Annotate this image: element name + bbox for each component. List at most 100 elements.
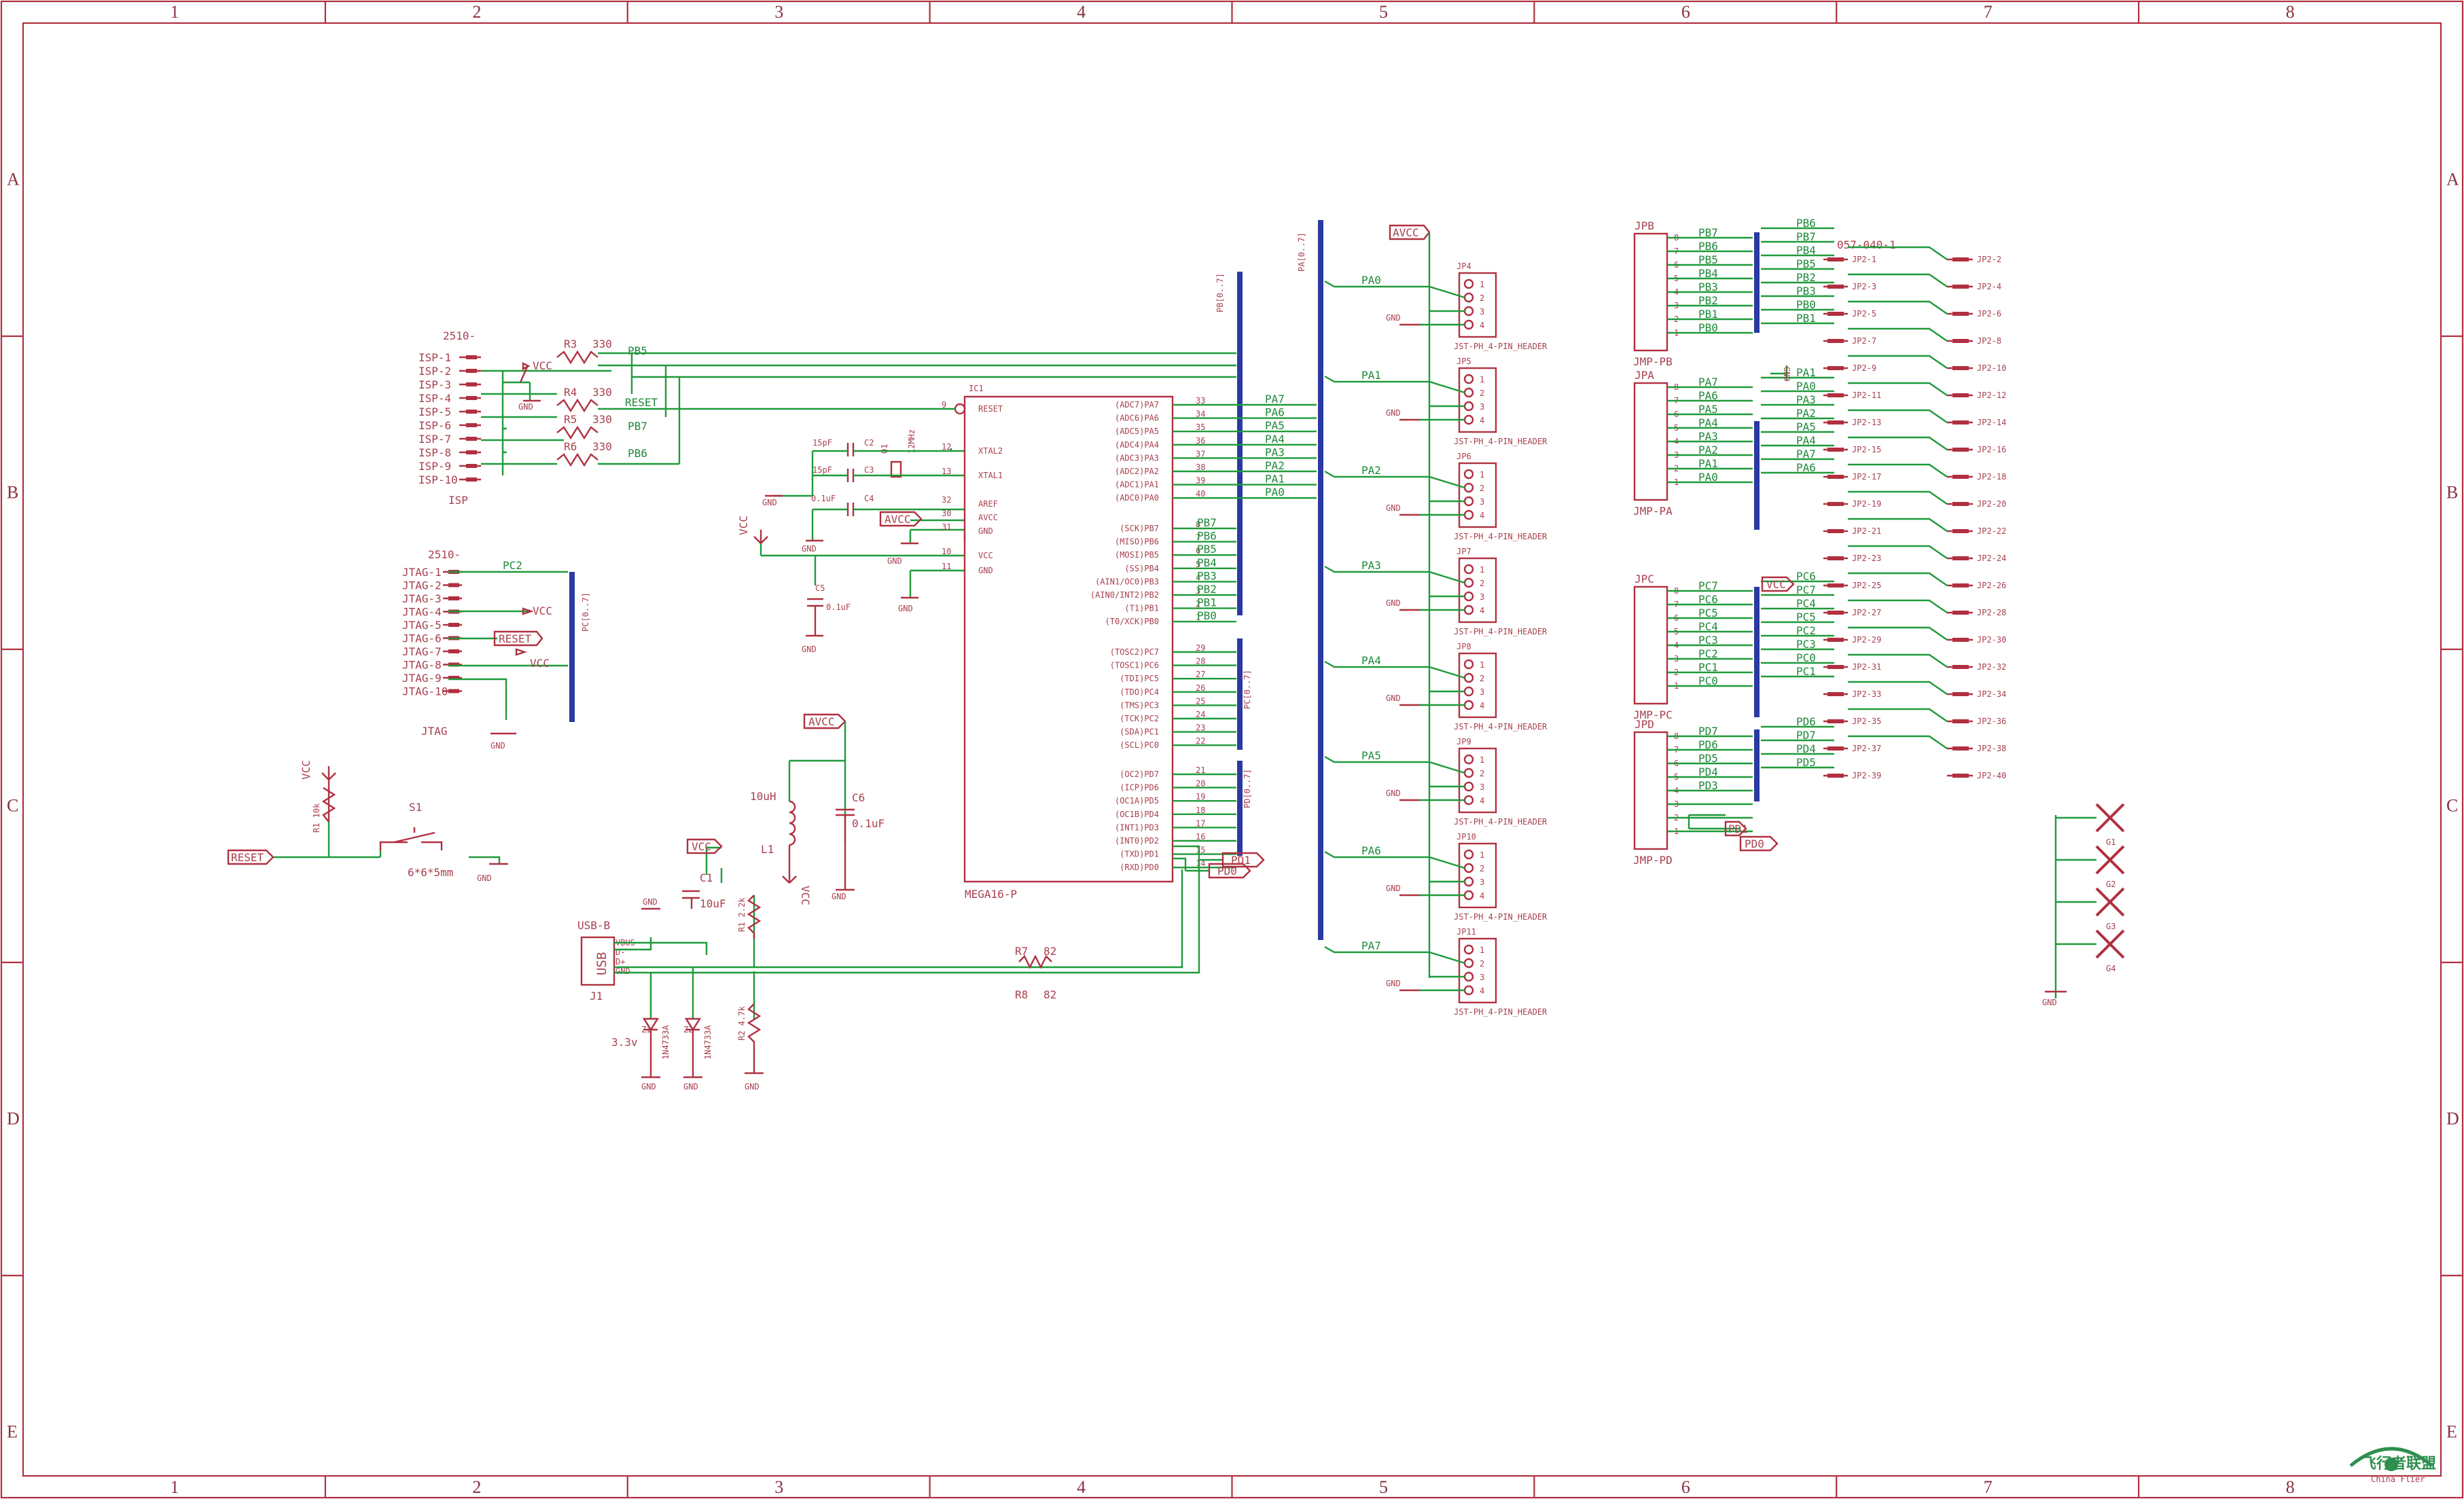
jumper-net: PA2 — [1698, 444, 1718, 456]
jtag-gnd: GND — [490, 741, 505, 751]
jp2-pin-tip — [1827, 719, 1844, 723]
pa-header-pin-num: 1 — [1480, 755, 1484, 765]
usb-gnd-3: GND — [683, 1082, 698, 1091]
pa-header-gnd-label: GND — [1386, 598, 1401, 608]
pd-bus-label: PD[0..7] — [1243, 769, 1252, 808]
jumper-body — [1633, 382, 1668, 501]
jp2-pin-label: JP2-16 — [1977, 445, 2006, 454]
pa-header-pin — [1463, 577, 1474, 588]
pa-header-pin — [1463, 944, 1474, 955]
pa-header-pin-num: 3 — [1480, 878, 1484, 887]
pa-header-pin-num: 1 — [1480, 660, 1484, 670]
pa-header-pin — [1463, 509, 1474, 520]
pa-header-pin — [1463, 659, 1474, 670]
jumper-net: PC5 — [1698, 607, 1718, 619]
isp-resistor — [556, 398, 599, 413]
right-vcc: VCC — [1766, 578, 1786, 591]
pa-header-ref: JP6 — [1457, 452, 1471, 461]
usb-33v: 3.3v — [611, 1036, 638, 1049]
jp2-pin-label: JP2-32 — [1977, 662, 2006, 672]
jp2-pin-label: JP2-19 — [1852, 499, 1881, 509]
pb-net-label: PB6 — [1197, 530, 1217, 543]
pa-header-pin-num: 4 — [1480, 986, 1484, 996]
jp2-pin-tip — [1952, 393, 1969, 397]
jumper-out-net: PB3 — [1796, 285, 1816, 297]
mcu-right-pin-name: (TOSC1)PC6 — [1110, 661, 1159, 670]
jp2-pin-tip — [1827, 502, 1844, 506]
jumper-out-net: PB5 — [1796, 257, 1816, 270]
right-pd0: PD0 — [1745, 837, 1764, 850]
jp2-pin-label: JP2-24 — [1977, 554, 2006, 563]
isp-pin-label: ISP-6 — [418, 419, 451, 432]
isp-resistor-value: 330 — [592, 440, 612, 453]
mcu-left-pin-num: 30 — [942, 509, 951, 518]
jumper-out-net: PA4 — [1796, 434, 1816, 447]
pa-header-pin-num: 3 — [1480, 687, 1484, 697]
mcu-right-pin-name: (INT1)PD3 — [1115, 823, 1159, 832]
jumper-part: JMP-PD — [1633, 854, 1673, 867]
mcu-right-pin-name: (OC1A)PD5 — [1115, 796, 1159, 806]
jumper-net: PA7 — [1698, 376, 1718, 389]
jp2-pin-tip — [1827, 692, 1844, 696]
mcu-right-pin-name: (TMS)PC3 — [1120, 700, 1159, 710]
pa-header-pin — [1463, 767, 1474, 778]
jumper-out-net: PA6 — [1796, 461, 1816, 474]
filter-gnd: GND — [832, 892, 846, 901]
pa-header-pin-num: 2 — [1480, 864, 1484, 873]
usb-z2-ref: Z2 — [683, 1025, 693, 1034]
jtag-pin-label: JTAG-2 — [402, 579, 442, 592]
jumper-out-net: PC3 — [1796, 638, 1816, 651]
isp-resistor — [556, 452, 599, 467]
jumper-out-net: PA0 — [1796, 380, 1816, 393]
mcu-right-pin-name: (TXD)PD1 — [1120, 850, 1159, 859]
mcu-left-pin-num: 12 — [942, 442, 951, 452]
jtag-vcc2: VCC — [530, 657, 550, 670]
crystal-value: 12MHz — [907, 429, 916, 454]
crystal-ref: Q1 — [880, 444, 889, 454]
isp-pin-label: ISP-3 — [418, 378, 451, 391]
jp2-pin-tip — [1952, 638, 1969, 642]
jp2-pin-tip — [1827, 285, 1844, 289]
usb-z1-value: 1N4733A — [661, 1025, 671, 1060]
pa-header-pin — [1463, 591, 1474, 602]
avcc-filter: AVCC 10uH L1 VCC C6 0.1uF GND — [750, 713, 885, 905]
pa-header-pin — [1463, 700, 1474, 710]
isp-pin-label: ISP-7 — [418, 433, 451, 446]
jtag-pin-tip — [448, 689, 459, 693]
mcu-right-pin-name: (TCK)PC2 — [1120, 714, 1159, 723]
mcu-pd0: PD0 — [1217, 865, 1237, 878]
jp2-pin-tip — [1952, 312, 1969, 316]
jp2-title: 057-040-1 — [1837, 238, 1896, 251]
jp2-pin-label: JP2-2 — [1977, 255, 2001, 264]
zone-column-label: 2 — [472, 1477, 481, 1497]
pa-header-net: PA3 — [1361, 559, 1381, 572]
isp-resistor-ref: R6 — [564, 440, 577, 453]
pa-header-pin-num: 4 — [1480, 606, 1484, 615]
pa-header-pin — [1463, 795, 1474, 806]
usb-r2: R2 4.7k — [737, 1006, 747, 1041]
jumper-out-net: PA5 — [1796, 420, 1816, 433]
jp2-pin-tip — [1827, 366, 1844, 370]
pb-net-label: PB7 — [1197, 516, 1217, 529]
mount-hole-mark — [2095, 803, 2125, 833]
c4-ref: C4 — [864, 494, 874, 503]
pa-header-pin — [1463, 496, 1474, 507]
osc-gnd: GND — [762, 498, 777, 507]
jp2-pin-label: JP2-40 — [1977, 771, 2006, 780]
jp2-pin-label: JP2-1 — [1852, 255, 1876, 264]
usb-c1-ref: C1 — [700, 871, 713, 884]
jtag-pin-label: JTAG-9 — [402, 672, 442, 685]
isp-resistor — [556, 350, 599, 365]
isp-title: 2510- — [443, 329, 476, 342]
jumper-ref: JPC — [1635, 573, 1654, 585]
isp-pin-label: ISP-2 — [418, 365, 451, 378]
oscillator-circuit: 15pF C2 15pF C3 Q1 12MHz GND 0.1uF C4 AV… — [737, 429, 966, 654]
jumper-net: PB0 — [1698, 321, 1718, 334]
mcu-right-pin-name: (RXD)PD0 — [1120, 863, 1159, 872]
jp2-pin-label: JP2-20 — [1977, 499, 2006, 509]
pa-header-net: PA7 — [1361, 939, 1381, 952]
isp-pin-tip — [466, 410, 477, 414]
jtag-pin-tip — [448, 649, 459, 653]
jp2-pin-tip — [1827, 393, 1844, 397]
jp2-pin-tip — [1827, 339, 1844, 343]
